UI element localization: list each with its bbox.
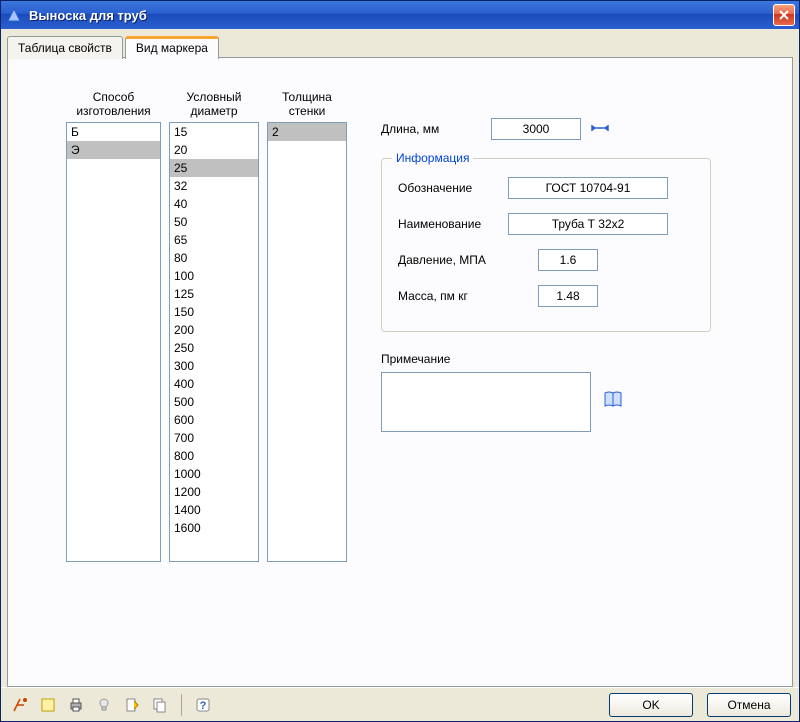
pressure-field[interactable]: 1.6 <box>538 249 598 271</box>
list-item[interactable]: 15 <box>170 123 258 141</box>
list-item[interactable]: 2 <box>268 123 346 141</box>
info-group: Информация Обозначение ГОСТ 10704-91 Наи… <box>381 158 711 332</box>
list-item[interactable]: 250 <box>170 339 258 357</box>
list-item[interactable]: Б <box>67 123 160 141</box>
book-icon[interactable] <box>603 391 623 414</box>
designation-field[interactable]: ГОСТ 10704-91 <box>508 177 668 199</box>
list-item[interactable]: 80 <box>170 249 258 267</box>
toolbar-separator <box>181 694 182 716</box>
col-manufacturing: Способ изготовления БЭ <box>66 86 161 676</box>
tab-page: Способ изготовления БЭ Условный диаметр … <box>7 57 793 687</box>
list-manufacturing[interactable]: БЭ <box>66 122 161 562</box>
info-legend: Информация <box>392 151 473 165</box>
window-title: Выноска для труб <box>29 8 773 23</box>
help-icon[interactable]: ? <box>192 694 214 716</box>
col-diameter-header: Условный диаметр <box>187 86 242 118</box>
list-item[interactable]: 1600 <box>170 519 258 537</box>
measure-icon[interactable] <box>591 121 609 138</box>
name-field[interactable]: Труба Т 32x2 <box>508 213 668 235</box>
tab-strip: Таблица свойств Вид маркера <box>7 35 793 58</box>
list-item[interactable]: 32 <box>170 177 258 195</box>
list-item[interactable]: 1000 <box>170 465 258 483</box>
list-item[interactable]: 1400 <box>170 501 258 519</box>
right-panel: Длина, мм 3000 Информация Обозначение ГО… <box>357 86 774 676</box>
lists-area: Способ изготовления БЭ Условный диаметр … <box>66 86 347 676</box>
note-section: Примечание <box>381 352 774 432</box>
tab-properties-table[interactable]: Таблица свойств <box>7 36 123 59</box>
mass-field[interactable]: 1.48 <box>538 285 598 307</box>
tab-marker-view[interactable]: Вид маркера <box>125 36 219 59</box>
copy-icon[interactable] <box>149 694 171 716</box>
col-thickness: Толщина стенки 2 <box>267 86 347 676</box>
bulb-icon[interactable] <box>93 694 115 716</box>
list-item[interactable]: 100 <box>170 267 258 285</box>
ok-button[interactable]: OK <box>609 693 693 717</box>
list-thickness[interactable]: 2 <box>267 122 347 562</box>
list-item[interactable]: 65 <box>170 231 258 249</box>
col-thickness-header: Толщина стенки <box>282 86 332 118</box>
col-diameter: Условный диаметр 15202532405065801001251… <box>169 86 259 676</box>
client-area: Таблица свойств Вид маркера Способ изгот… <box>1 29 799 687</box>
list-item[interactable]: 800 <box>170 447 258 465</box>
length-label: Длина, мм <box>381 122 491 136</box>
list-item[interactable]: 125 <box>170 285 258 303</box>
list-diameter[interactable]: 1520253240506580100125150200250300400500… <box>169 122 259 562</box>
length-row: Длина, мм 3000 <box>381 118 774 140</box>
print-icon[interactable] <box>65 694 87 716</box>
list-item[interactable]: 150 <box>170 303 258 321</box>
list-item[interactable]: 50 <box>170 213 258 231</box>
col-manufacturing-header: Способ изготовления <box>76 86 150 118</box>
svg-text:?: ? <box>200 700 207 712</box>
mass-label: Масса, пм кг <box>398 289 538 303</box>
cancel-button[interactable]: Отмена <box>707 693 791 717</box>
pressure-label: Давление, МПА <box>398 253 538 267</box>
list-item[interactable]: 200 <box>170 321 258 339</box>
list-item[interactable]: 600 <box>170 411 258 429</box>
list-item[interactable]: 25 <box>170 159 258 177</box>
list-item[interactable]: 20 <box>170 141 258 159</box>
dialog-window: Выноска для труб Таблица свойств Вид мар… <box>0 0 800 722</box>
note-label: Примечание <box>381 352 774 366</box>
note-textarea[interactable] <box>381 372 591 432</box>
list-item[interactable]: 300 <box>170 357 258 375</box>
titlebar: Выноска для труб <box>1 1 799 29</box>
list-item[interactable]: Э <box>67 141 160 159</box>
app-icon <box>5 6 23 24</box>
close-button[interactable] <box>773 4 795 26</box>
name-label: Наименование <box>398 217 508 231</box>
statusbar: ? OK Отмена <box>1 687 799 721</box>
designation-label: Обозначение <box>398 181 508 195</box>
list-item[interactable]: 700 <box>170 429 258 447</box>
annotation-icon[interactable] <box>9 694 31 716</box>
length-input[interactable]: 3000 <box>491 118 581 140</box>
list-item[interactable]: 400 <box>170 375 258 393</box>
list-item[interactable]: 40 <box>170 195 258 213</box>
list-item[interactable]: 1200 <box>170 483 258 501</box>
edit-icon[interactable] <box>121 694 143 716</box>
note-icon[interactable] <box>37 694 59 716</box>
list-item[interactable]: 500 <box>170 393 258 411</box>
